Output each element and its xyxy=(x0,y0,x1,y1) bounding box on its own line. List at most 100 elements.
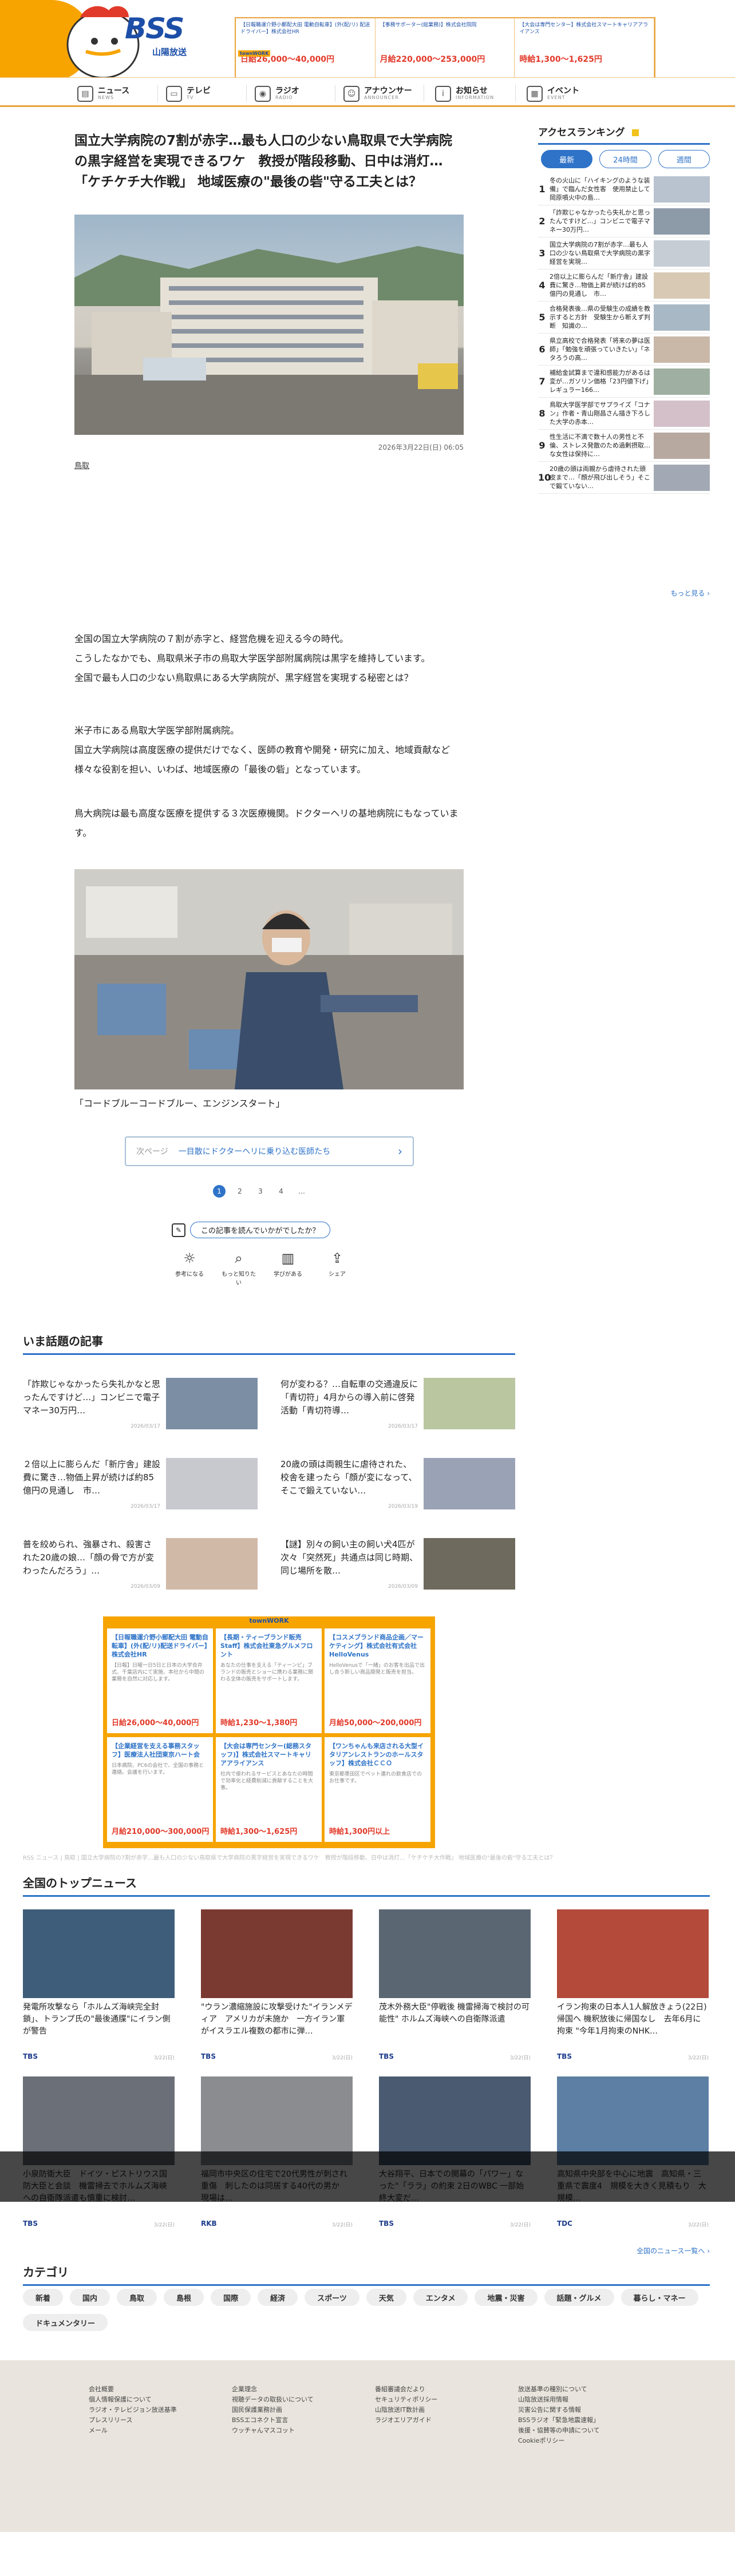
reaction-button[interactable]: ▥ 学びがある xyxy=(270,1250,306,1286)
footer-link[interactable]: 視聴データの取扱いについて xyxy=(232,2395,363,2405)
footer-link[interactable]: 放送基準の種別について xyxy=(518,2384,650,2395)
nav-information[interactable]: i お知らせ INFORMATION xyxy=(435,82,494,105)
ranking-tab[interactable]: 最新 xyxy=(541,150,593,168)
footer-link[interactable]: 山陰放送採用情報 xyxy=(518,2395,650,2405)
job-ad-cell[interactable]: 【ワンちゃんも来店される大型イタリアンレストランのホールスタッフ】株式会社ＣＣＯ… xyxy=(325,1737,430,1842)
nav-event[interactable]: ▦ イベント EVENT xyxy=(527,82,579,105)
job-ad-cell[interactable]: 【日報職運介野小郵配大田 電動自転車】(外(配/リ)配送ドライバー】株式会社HR… xyxy=(107,1628,213,1733)
nav-label: イベント xyxy=(547,86,579,96)
radio-icon: ◉ xyxy=(255,86,271,102)
topnews-item[interactable]: "ウラン濃縮施設に攻撃受けた"イランメディア アメリカが未施か 一方イラン軍がイ… xyxy=(201,1909,353,2064)
footer-link[interactable]: 国民保護業務計画 xyxy=(232,2405,363,2415)
hot-article[interactable]: 何が変わる？…自転車の交通違反に「青切符」4月からの導入前に啓発活動「青切符導…… xyxy=(280,1378,515,1435)
ranking-item[interactable]: 5 合格発表後…県の受験生の成績を教示すると方針 受験生から断えず判断 知識の… xyxy=(538,302,710,334)
topnews-source: TBS xyxy=(557,2052,572,2060)
hot-article[interactable]: 【謎】別々の飼い主の飼い犬4匹が次々「突然死」共通点は同じ時期、同じ場所を散… 2… xyxy=(280,1538,515,1595)
category-chip[interactable]: 新着 xyxy=(23,2289,64,2306)
ranking-tab[interactable]: 24時間 xyxy=(599,150,651,168)
article-tag[interactable]: 鳥取 xyxy=(74,459,89,470)
footer-link[interactable]: メール xyxy=(89,2426,220,2436)
ranking-item[interactable]: 9 性生活に不満で数十人の男性と不倫、ストレス発散のため過剰摂取…な女性は保持に… xyxy=(538,430,710,462)
topnews-item[interactable]: イラン拘束の日本人1人解放きょう(22日)帰国へ 機釈放後に帰国なし 去年6月に… xyxy=(557,1909,709,2064)
nav-announcer[interactable]: ☺ アナウンサー ANNOUNCER xyxy=(343,82,412,105)
reaction-label: 参考になる xyxy=(175,1271,204,1278)
job-ad-grid[interactable]: townWORK 【日報職運介野小郵配大田 電動自転車】(外(配/リ)配送ドライ… xyxy=(103,1616,435,1848)
topnews-title: イラン拘束の日本人1人解放きょう(22日)帰国へ 機釈放後に帰国なし 去年6月に… xyxy=(557,2003,707,2036)
topnews-date: 3/22(日) xyxy=(687,2055,709,2061)
reaction-button[interactable]: ⇪ シェア xyxy=(319,1250,355,1286)
category-chip[interactable]: 天気 xyxy=(366,2289,406,2306)
reaction-label: 学びがある xyxy=(274,1271,302,1278)
top-ad-salary: 時給1,300〜1,625円 xyxy=(519,55,602,64)
hot-article[interactable]: 「詐欺じゃなかったら失礼かなと思ったんですけど…」コンビニで電子マネー30万円…… xyxy=(23,1378,258,1435)
ranking-item[interactable]: 6 県立高校で合格発表「将来の夢は医師」「勉強を頑張っていきたい」「ネタろうの高… xyxy=(538,334,710,366)
hot-article[interactable]: 普を絞められ、強暴され、殺害された20歳の娘…「顔の骨で方が変わったんだろう」…… xyxy=(23,1538,258,1595)
category-chip[interactable]: 暮らし・マネー xyxy=(621,2289,698,2306)
ranking-item[interactable]: 3 国立大学病院の7割が赤字…最も人口の少ない鳥取県で大学病院の黒字経営を実現… xyxy=(538,237,710,270)
job-ad-cell[interactable]: 【企業経営を支える事務スタッフ】医療法人社団東京ハート会 日本病院、PC6の会社で… xyxy=(107,1737,213,1842)
reaction-button[interactable]: ☼ 参考になる xyxy=(172,1250,207,1286)
page-2[interactable]: 2 xyxy=(234,1185,246,1198)
category-chip[interactable]: 話題・グルメ xyxy=(544,2289,614,2306)
topnews-item[interactable]: 発電所攻撃なら「ホルムズ海峡完全封鎖」、トランプ氏の"最後通牒"にイラン側が警告… xyxy=(23,1909,175,2064)
nav-news[interactable]: ▤ ニュース NEWS xyxy=(77,82,129,105)
hospital-photo xyxy=(74,215,464,435)
ranking-tab[interactable]: 週間 xyxy=(658,150,710,168)
page-5[interactable]: … xyxy=(295,1185,308,1198)
page-3[interactable]: 3 xyxy=(254,1185,267,1198)
footer-link[interactable]: 山陰放送IT数計画 xyxy=(375,2405,507,2415)
footer-link[interactable]: Cookieポリシー xyxy=(518,2436,650,2446)
category-chip[interactable]: 経済 xyxy=(258,2289,298,2306)
footer-link[interactable]: ウッチャんマスコット xyxy=(232,2426,363,2436)
reaction-button[interactable]: ⌕ もっと知りたい xyxy=(221,1250,256,1286)
category-chip[interactable]: 島根 xyxy=(164,2289,204,2306)
footer-link[interactable]: プレスリリース xyxy=(89,2415,220,2426)
bss-logo[interactable]: BSS 山陽放送 xyxy=(125,11,222,69)
page-1[interactable]: 1 xyxy=(213,1185,226,1198)
footer-link[interactable]: 会社概要 xyxy=(89,2384,220,2395)
category-chip[interactable]: エンタメ xyxy=(413,2289,468,2306)
topnews-item[interactable]: 茂木外務大臣"停戦後 機雷掃海で検討の可能性" ホルムズ海峡への自衛隊派遣 TBS… xyxy=(379,1909,531,2064)
category-chip[interactable]: 地震・災害 xyxy=(475,2289,538,2306)
category-chip[interactable]: 鳥取 xyxy=(117,2289,157,2306)
footer-link[interactable]: BSSラジオ「緊急地震速報」 xyxy=(518,2415,650,2426)
ranking-item[interactable]: 1 冬の火山に「ハイキングのような装備」で臨んだ女性客 使用禁止して岡原噴火中の島… xyxy=(538,173,710,205)
job-ad-cell[interactable]: 【コスメブランド商品企画／マーケティング】株式会社有式会社HelloVenus H… xyxy=(325,1628,430,1733)
ranking-item[interactable]: 10 20歳の頭は両親から虐待された頭皮まで…「顔が飛び出しそう」そこで鍛ていない… xyxy=(538,462,710,494)
ranking-item[interactable]: 8 鳥取大学医学部でサプライズ「コナン」作者・青山剛昌さん描き下ろした大学の赤本… xyxy=(538,398,710,430)
hot-article[interactable]: 20歳の頭は両親生に虐待された、校舎を建ったら「顔が変になって、そこで鍛えていな… xyxy=(280,1458,515,1515)
footer-link[interactable]: 番組審議会だより xyxy=(375,2384,507,2395)
next-page-link[interactable]: 次ページ 一目散にドクターヘリに乗り込む医師たち › xyxy=(125,1136,414,1166)
ranking-item[interactable]: 2 「詐欺じゃなかったら失礼かと思ったんですけど…」コンビニで電子マネー30万円… xyxy=(538,205,710,237)
footer-link[interactable]: BSSエコネクト宣言 xyxy=(232,2415,363,2426)
ranking-item[interactable]: 4 2倍以上に膨らんだ「新庁舎」建設費に驚き…物価上昇が続けば約85億円の見通し … xyxy=(538,270,710,302)
footer-link[interactable]: 企業理念 xyxy=(232,2384,363,2395)
top-banner-ad[interactable]: 【日報職運介野小郵配大田 電動自転車】(外(配/リ) 配送ドライバー】株式会社H… xyxy=(235,17,655,80)
hot-articles: いま話題の記事 「詐欺じゃなかったら失礼かなと思ったんですけど…」コンビニで電子… xyxy=(23,1332,515,1618)
footer-link[interactable]: 個人情報保護について xyxy=(89,2395,220,2405)
ranking-more-link[interactable]: もっと見る › xyxy=(618,588,710,598)
category-chip[interactable]: 国内 xyxy=(70,2289,110,2306)
hot-article-title: 【謎】別々の飼い主の飼い犬4匹が次々「突然死」共通点は同じ時期、同じ場所を散… xyxy=(280,1539,418,1576)
page-4[interactable]: 4 xyxy=(275,1185,287,1198)
top-ad-cell[interactable]: 【日報職運介野小郵配大田 電動自転車】(外(配/リ) 配送ドライバー】株式会社H… xyxy=(236,18,376,79)
job-ad-cell[interactable]: 【長期・ティーブランド販売Staff】株式会社東急グルメフロント あなたの仕事を支… xyxy=(216,1628,322,1733)
footer-link[interactable]: 災害公告に関する情報 xyxy=(518,2405,650,2415)
nav-tv[interactable]: ▭ テレビ TV xyxy=(166,82,211,105)
top-ad-cell[interactable]: 【事務サポーター(総業務)】株式会社院院 月給220,000〜253,000円 xyxy=(376,18,515,79)
footer-link[interactable]: ラジオエリアガイド xyxy=(375,2415,507,2426)
top-ad-cell[interactable]: 【大会は専門センター】株式会社スマートキャリアアライアンス 時給1,300〜1,6… xyxy=(515,18,655,79)
top-ad-salary: 日給26,000〜40,000円 xyxy=(240,55,335,64)
footer-link[interactable]: 後援・協賛等の申請について xyxy=(518,2426,650,2436)
topnews-date: 3/22(日) xyxy=(153,2055,175,2061)
ranking-item[interactable]: 7 補給金試算まで違和感能力があるは変が…ガソリン価格「23円値下げ」レギュラー1… xyxy=(538,366,710,398)
footer-link[interactable]: セキュリティポリシー xyxy=(375,2395,507,2405)
nav-radio[interactable]: ◉ ラジオ RADIO xyxy=(255,82,299,105)
topnews-more-link[interactable]: 全国のニュース一覧へ › xyxy=(572,2246,710,2256)
hot-article[interactable]: ２倍以上に膨らんだ「新庁舎」建設費に驚き…物価上昇が続けば約85億円の見通し 市… xyxy=(23,1458,258,1515)
job-ad-cell[interactable]: 【大会は専門センター(総務スタッフ)】株式会社スマートキャリアアライアンス 社内で… xyxy=(216,1737,322,1842)
category-chip[interactable]: ドキュメンタリー xyxy=(23,2314,108,2331)
category-chip[interactable]: スポーツ xyxy=(305,2289,359,2306)
footer-link[interactable]: ラジオ・テレビジョン放送基準 xyxy=(89,2405,220,2415)
category-chip[interactable]: 国際 xyxy=(211,2289,251,2306)
